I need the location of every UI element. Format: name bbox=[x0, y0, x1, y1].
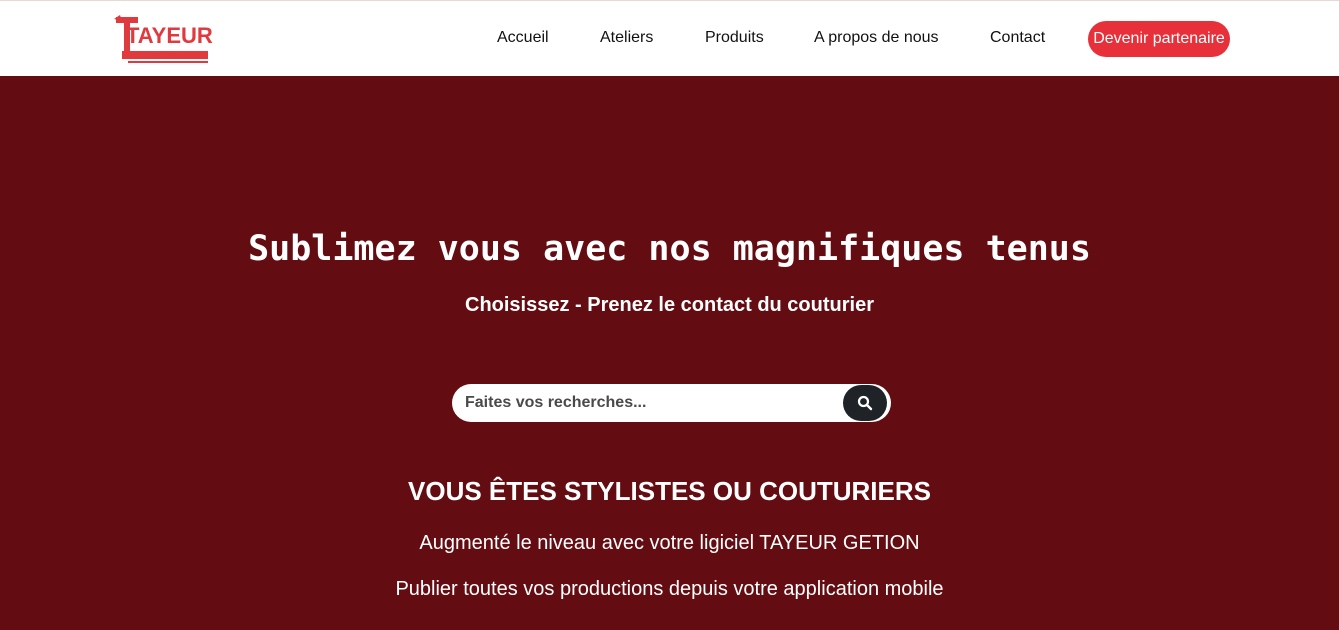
nav-produits[interactable]: Produits bbox=[705, 29, 764, 47]
stylists-line-2: Publier toutes vos productions depuis vo… bbox=[395, 578, 944, 600]
main-nav: Accueil Ateliers Produits A propos de no… bbox=[0, 1, 1339, 76]
stylists-line-1: Augmenté le niveau avec votre ligiciel T… bbox=[419, 532, 920, 554]
search-input[interactable] bbox=[452, 384, 842, 422]
become-partner-button[interactable]: Devenir partenaire bbox=[1088, 21, 1230, 57]
nav-ateliers[interactable]: Ateliers bbox=[600, 29, 653, 47]
nav-a-propos[interactable]: A propos de nous bbox=[814, 29, 939, 47]
search-button[interactable] bbox=[843, 385, 887, 421]
stylists-heading: VOUS ÊTES STYLISTES OU COUTURIERS bbox=[408, 476, 931, 506]
site-header: TAYEUR GESTION Accueil Ateliers Produits… bbox=[0, 1, 1339, 76]
hero-title: Sublimez vous avec nos magnifiques tenus bbox=[248, 229, 1091, 269]
search-bar bbox=[452, 384, 891, 422]
hero-section: Sublimez vous avec nos magnifiques tenus… bbox=[0, 76, 1339, 630]
nav-accueil[interactable]: Accueil bbox=[497, 29, 549, 47]
search-icon bbox=[857, 395, 873, 411]
nav-contact[interactable]: Contact bbox=[990, 29, 1045, 47]
hero-subtitle: Choisissez - Prenez le contact du coutur… bbox=[465, 294, 874, 316]
